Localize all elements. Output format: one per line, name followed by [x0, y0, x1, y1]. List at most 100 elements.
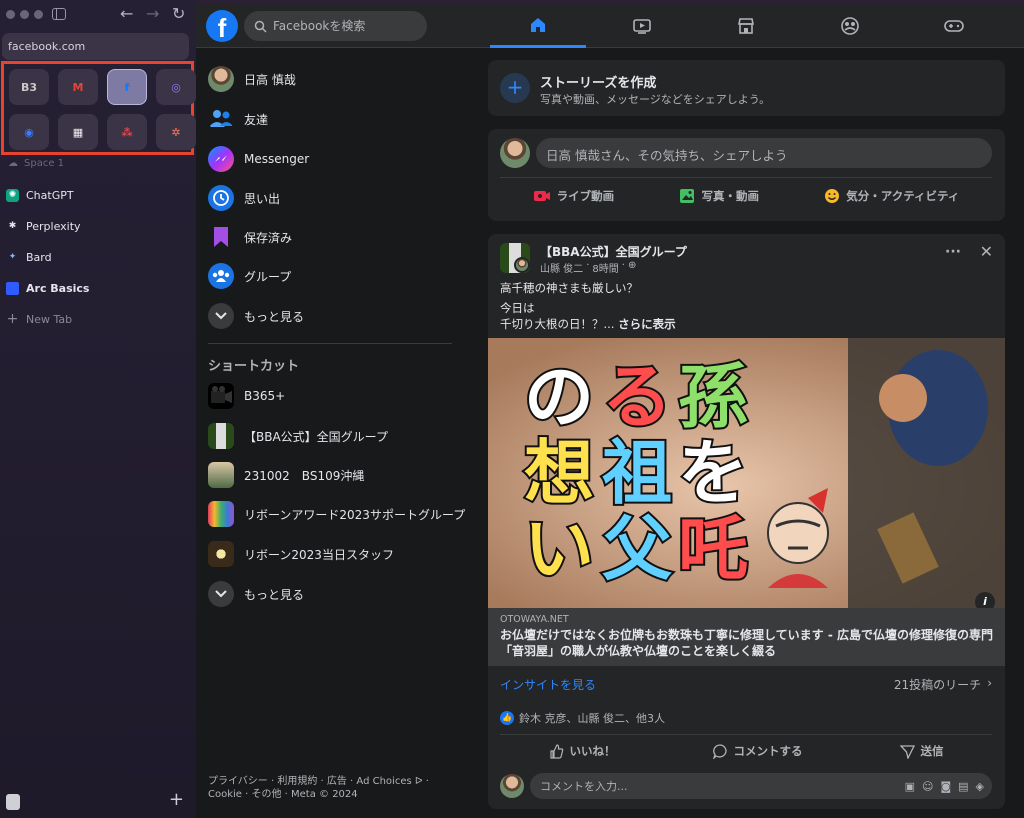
back-arrow-icon[interactable]: ←	[120, 4, 133, 23]
chevron-down-icon	[208, 581, 234, 607]
search-box[interactable]	[244, 11, 427, 41]
tab-chatgpt[interactable]: ✺ ChatGPT	[6, 186, 74, 204]
emoji-icon[interactable]: ☺	[922, 780, 933, 793]
pinned-tab-calendar[interactable]: ▦	[58, 114, 98, 150]
add-space-icon[interactable]: +	[169, 789, 184, 810]
author-avatar[interactable]	[514, 257, 530, 273]
left-item-messenger[interactable]: Messenger	[208, 144, 309, 174]
sticker-icon[interactable]: ▣	[905, 780, 915, 793]
marketplace-icon	[738, 18, 754, 34]
create-story-card[interactable]: + ストーリーズを作成 写真や動画、メッセージなどをシェアしよう。	[488, 60, 1005, 116]
shortcut-bba[interactable]: 【BBA公式】全国グループ	[208, 421, 388, 451]
facebook-logo[interactable]: f	[206, 10, 238, 42]
b365-thumb	[208, 383, 234, 409]
author-name[interactable]: 山縣 俊二	[540, 260, 583, 275]
shortcut-okinawa[interactable]: 231002 BS109沖縄	[208, 460, 364, 490]
photo-video-button[interactable]: 写真・動画	[679, 188, 759, 204]
send-button[interactable]: 送信	[899, 743, 944, 759]
tab-groups[interactable]	[802, 4, 898, 48]
info-icon[interactable]: i	[975, 592, 995, 608]
gif-icon[interactable]: ▤	[958, 780, 968, 793]
more-options-icon[interactable]: ···	[945, 244, 961, 260]
search-input[interactable]	[273, 19, 413, 33]
box-icon: B3	[20, 80, 38, 94]
tab-gaming[interactable]	[906, 4, 1002, 48]
image-caption-char: 孫	[676, 356, 750, 438]
footer-links[interactable]: プライバシー · 利用規約 · 広告 · Ad Choices ᐅ · Cook…	[208, 775, 438, 801]
camera-icon[interactable]: ◙	[940, 780, 951, 793]
see-more-link[interactable]: さらに表示	[618, 317, 676, 331]
composer-input[interactable]: 日高 慎哉さん、その気持ち、シェアしよう	[536, 138, 992, 168]
link-domain: OTOWAYA.NET	[500, 614, 569, 625]
group-name[interactable]: 【BBA公式】全国グループ	[540, 243, 687, 260]
image-caption-char: の	[522, 356, 596, 438]
pinned-tab-messenger-blue[interactable]: ◉	[9, 114, 49, 150]
image-caption-char: 父	[600, 508, 674, 590]
tab-home[interactable]	[490, 4, 586, 48]
profile-avatar[interactable]	[500, 138, 530, 168]
comment-icon	[712, 743, 727, 759]
shortcut-b365[interactable]: B365+	[208, 381, 285, 411]
pinned-tab-box[interactable]: B3	[9, 69, 49, 105]
close-icon[interactable]: ✕	[980, 242, 993, 261]
tab-bard[interactable]: ✦ Bard	[6, 248, 52, 266]
reload-icon[interactable]: ↻	[172, 4, 185, 23]
left-item-friends[interactable]: 友達	[208, 104, 268, 134]
plus-icon[interactable]: +	[500, 73, 530, 103]
profile-avatar[interactable]	[500, 774, 524, 798]
like-button[interactable]: いいね！	[549, 743, 616, 759]
sidebar-toggle-icon[interactable]	[52, 8, 66, 20]
tab-video[interactable]	[594, 4, 690, 48]
pinned-tab-gmail[interactable]: M	[58, 69, 98, 105]
left-item-profile[interactable]: 日高 慎哉	[208, 64, 296, 94]
feeling-activity-button[interactable]: 気分・アクティビティ	[824, 188, 959, 204]
post-time[interactable]: 8時間	[592, 260, 618, 275]
live-video-icon	[533, 191, 550, 201]
post-actions: いいね！ コメントする 送信	[500, 734, 992, 759]
shortcut-reborn-award[interactable]: リボーンアワード2023サポートグループ	[208, 499, 465, 529]
left-item-memories[interactable]: 思い出	[208, 183, 280, 213]
okinawa-thumb	[208, 462, 234, 488]
post-line-1: 高千穂の神さまも厳しい？	[500, 281, 638, 295]
link-preview[interactable]: OTOWAYA.NET お仏壇だけではなくお位牌もお数珠も丁寧に修理しています …	[488, 608, 1005, 666]
hubspot-icon: ✲	[171, 125, 181, 139]
pinned-tabs-grid: B3 Mf ◎ ◉ ▦ ⁂ ✲	[9, 69, 196, 150]
pinned-tab-facebook[interactable]: f	[107, 69, 147, 105]
pinned-tab-dots[interactable]: ⁂	[107, 114, 147, 150]
comment-input[interactable]: コメントを入力... ▣ ☺ ◙ ▤ ◈	[530, 773, 992, 799]
avatar-sticker-icon[interactable]: ◈	[976, 780, 984, 793]
url-bar[interactable]: facebook.com	[2, 33, 189, 60]
left-item-saved[interactable]: 保存済み	[208, 222, 292, 252]
pinned-tab-messenger[interactable]: ◎	[156, 69, 196, 105]
reactions-summary[interactable]: 👍 鈴木 克彦、山縣 俊二、他3人	[500, 710, 665, 726]
comment-button[interactable]: コメントする	[712, 743, 803, 759]
new-tab-button[interactable]: + New Tab	[6, 310, 73, 328]
left-item-groups[interactable]: グループ	[208, 261, 291, 291]
tab-arc-basics[interactable]: Arc Basics	[6, 279, 89, 297]
bard-icon: ✦	[8, 252, 17, 262]
live-video-button[interactable]: ライブ動画	[533, 188, 614, 204]
post-image[interactable]: のる孫想祖をい父吒 i	[488, 338, 1005, 608]
divider	[208, 343, 452, 344]
saved-icon	[208, 224, 234, 250]
calendar-icon: ▦	[72, 125, 84, 139]
tab-perplexity[interactable]: ✱ Perplexity	[6, 217, 81, 235]
gmail-icon: M	[72, 80, 84, 94]
post-line-2: 今日は	[500, 301, 535, 315]
left-item-see-more[interactable]: もっと見る	[208, 301, 304, 331]
news-feed: + ストーリーズを作成 写真や動画、メッセージなどをシェアしよう。 日高 慎哉さ…	[484, 48, 1024, 818]
tab-marketplace[interactable]	[698, 4, 794, 48]
chatgpt-icon: ✺	[6, 188, 19, 202]
forward-arrow-icon[interactable]: →	[146, 4, 159, 23]
archive-icon[interactable]	[6, 794, 20, 810]
shortcut-reborn-staff[interactable]: リボーン2023当日スタッフ	[208, 539, 394, 569]
pinned-tab-hubspot[interactable]: ✲	[156, 114, 196, 150]
insights-link[interactable]: インサイトを見る	[500, 676, 596, 693]
window-controls[interactable]	[6, 10, 43, 19]
shortcut-see-more[interactable]: もっと見る	[208, 579, 304, 609]
reach-link[interactable]: 21投稿のリーチ ›	[894, 676, 992, 693]
insights-row: インサイトを見る 21投稿のリーチ ›	[500, 676, 992, 693]
image-caption-char: 吒	[676, 508, 750, 590]
video-icon	[633, 19, 651, 34]
post-line-3: 千切り大根の日！？... さらに表示	[500, 317, 676, 331]
